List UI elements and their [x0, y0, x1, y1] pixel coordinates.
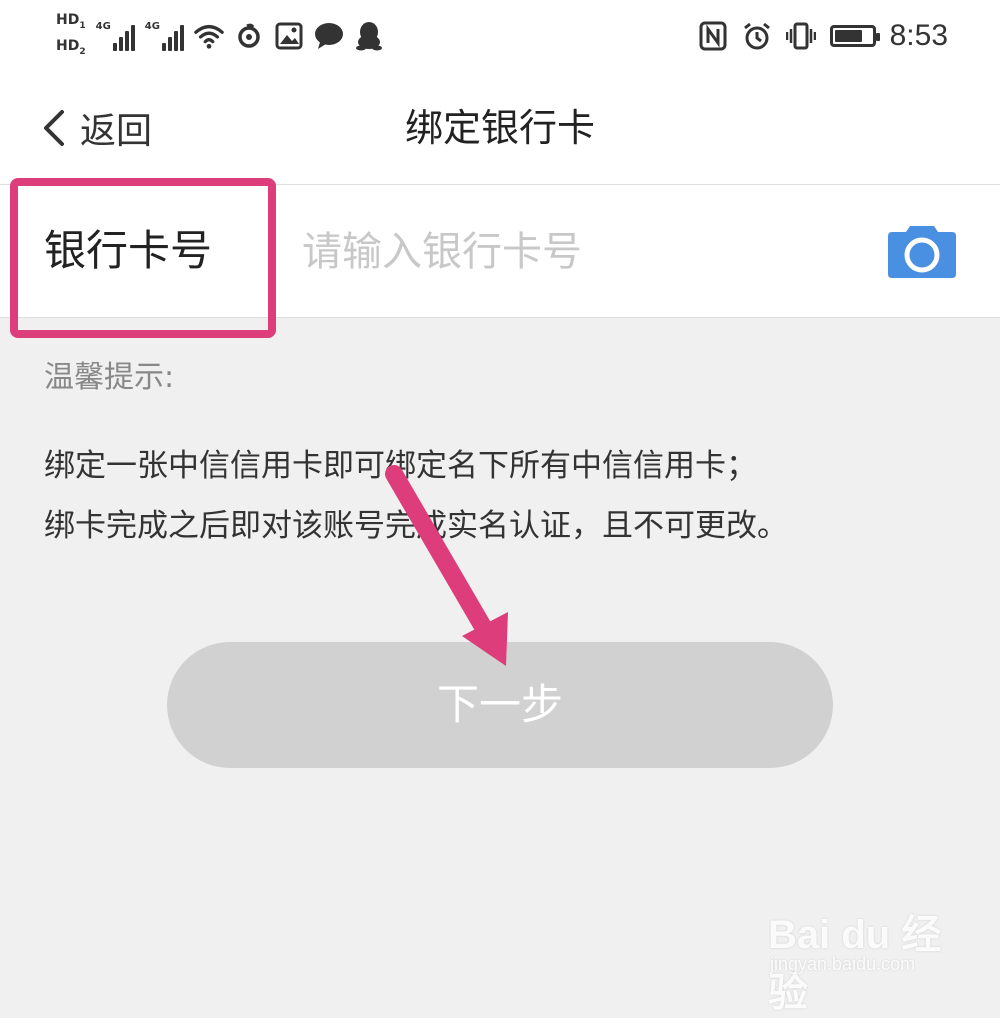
wifi-icon [194, 21, 224, 51]
status-bar-right: 8:53 [698, 14, 948, 58]
signal-icon: 4G [145, 21, 184, 51]
baidu-watermark: Bai du 经验 jingyan.baidu.com [764, 896, 964, 1015]
hd2-label: HD [56, 38, 80, 54]
nfc-icon [698, 21, 728, 51]
hd-icon: HD1 HD2 [56, 12, 86, 60]
chat-bubble-icon [314, 21, 344, 51]
highlight-annotation-box [10, 178, 276, 338]
page-title: 绑定银行卡 [404, 106, 595, 150]
battery-icon [829, 25, 880, 47]
next-step-button[interactable]: 下一步 [167, 642, 833, 768]
netease-music-icon [234, 21, 264, 51]
signal-2-label: 4G [144, 21, 160, 32]
nav-bar: 返回 绑定银行卡 [0, 72, 1000, 185]
tip-line: 绑定一张中信信用卡即可绑定名下所有中信信用卡； [44, 448, 757, 484]
hd1-sub: 1 [79, 21, 86, 31]
watermark-url: jingyan.baidu.com [770, 954, 916, 974]
alarm-icon [742, 21, 772, 51]
vibrate-icon [785, 21, 816, 51]
image-icon [274, 21, 304, 51]
hd2-sub: 2 [79, 46, 86, 57]
status-bar-left: HD1 HD2 4G 4G [56, 8, 384, 64]
card-number-input[interactable] [300, 221, 864, 283]
status-bar: HD1 HD2 4G 4G 8:53 [0, 0, 1000, 72]
qq-penguin-icon [354, 21, 384, 51]
tip-line: 绑卡完成之后即对该账号完成实名认证，且不可更改。 [44, 508, 788, 544]
signal-1-label: 4G [95, 21, 111, 32]
hd1-label: HD [56, 12, 80, 29]
camera-icon[interactable] [886, 220, 958, 280]
signal-icon: 4G [96, 21, 135, 51]
tips-title: 温馨提示: [44, 360, 175, 395]
clock: 8:53 [889, 19, 948, 52]
